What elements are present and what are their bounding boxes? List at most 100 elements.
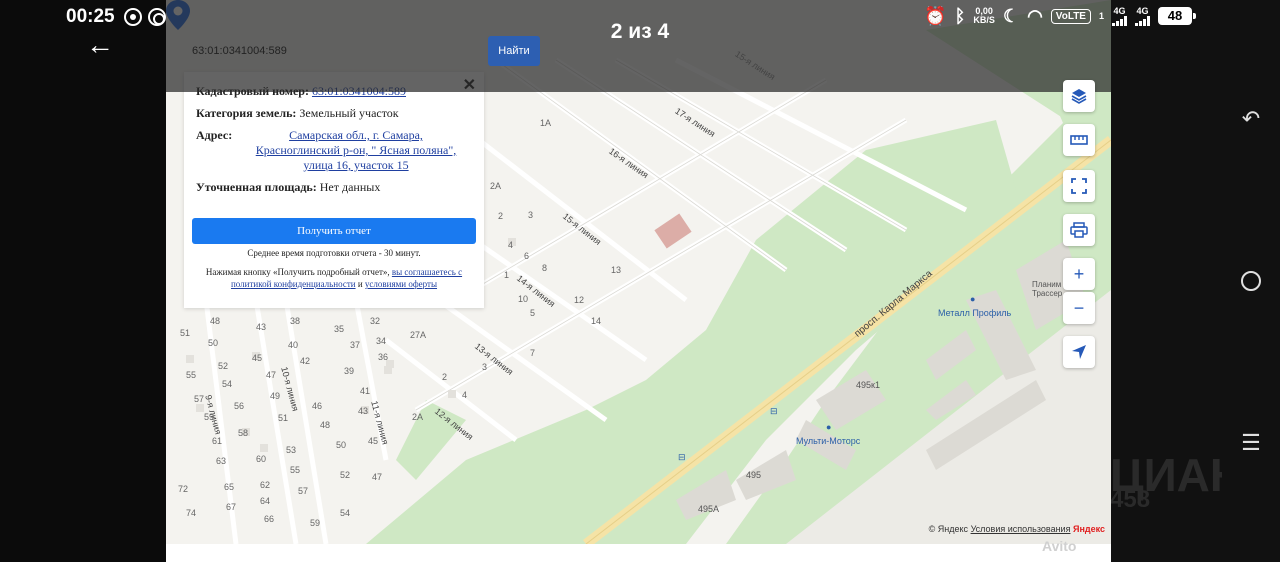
- house-number: 40: [288, 340, 299, 350]
- house-number: 4: [508, 240, 514, 250]
- house-number: 2: [498, 211, 504, 221]
- house-number: 38: [290, 316, 301, 326]
- house-number: 51: [180, 328, 191, 338]
- house-number: 55: [290, 465, 301, 475]
- left-backdrop: [0, 0, 166, 562]
- house-number: 37: [350, 340, 361, 350]
- house-number: 47: [266, 370, 277, 380]
- house-number: 12: [574, 295, 585, 305]
- navigation-bar: ↶ ☰: [1222, 0, 1280, 562]
- terms-of-use-link[interactable]: Условия использования: [971, 524, 1071, 534]
- nav-home-icon[interactable]: [1238, 268, 1264, 294]
- house-number: 36: [378, 352, 389, 362]
- ruler-icon[interactable]: [1063, 124, 1095, 156]
- house-number: 63: [216, 456, 227, 466]
- house-number: 3: [482, 362, 488, 372]
- house-number: 1: [504, 270, 510, 280]
- house-number: 45: [252, 353, 263, 363]
- building-number: 495: [746, 470, 762, 480]
- house-number: 8: [542, 263, 548, 273]
- nav-menu-icon[interactable]: ☰: [1238, 430, 1264, 456]
- house-number: 10: [518, 294, 529, 304]
- house-number: 54: [222, 379, 233, 389]
- address-value[interactable]: Самарская обл., г. Самара, Красноглински…: [246, 128, 466, 173]
- house-number: 62: [260, 480, 271, 490]
- house-number: 32: [370, 316, 381, 326]
- house-number: 2А: [412, 412, 424, 422]
- house-number: 58: [238, 428, 249, 438]
- house-number: 65: [224, 482, 235, 492]
- house-number: 56: [234, 401, 245, 411]
- fullscreen-icon[interactable]: [1063, 170, 1095, 202]
- house-number: 47: [372, 472, 383, 482]
- house-number: 50: [208, 338, 219, 348]
- bus-stop-icon: ⊟: [678, 452, 686, 462]
- house-number: 34: [376, 336, 387, 346]
- house-number: 48: [210, 316, 221, 326]
- offer-terms-link[interactable]: условиями оферты: [365, 279, 437, 289]
- house-number: 57: [298, 486, 309, 496]
- house-number: 72: [178, 484, 189, 494]
- house-number: 59: [310, 518, 321, 528]
- print-icon[interactable]: [1063, 214, 1095, 246]
- house-number: 66: [264, 514, 275, 524]
- house-number: 52: [340, 470, 351, 480]
- layers-icon[interactable]: [1063, 80, 1095, 112]
- category-row: Категория земель: Земельный участок: [196, 106, 399, 120]
- agreement-text: Нажимая кнопку «Получить подробный отчет…: [205, 267, 463, 289]
- house-number: 13: [611, 265, 622, 275]
- house-number: 59: [204, 412, 215, 422]
- background-watermark-number: 458: [1110, 486, 1151, 513]
- house-number: 7: [530, 348, 536, 358]
- get-report-button[interactable]: Получить отчет: [192, 218, 476, 244]
- yandex-logo: Яндекс: [1072, 524, 1105, 534]
- poi-icon: ●: [970, 294, 976, 304]
- house-number: 14: [591, 316, 602, 326]
- area-row: Уточненная площадь: Нет данных: [196, 180, 381, 194]
- photo-bottom-margin: [166, 544, 1111, 562]
- house-number: 5: [530, 308, 536, 318]
- locate-icon[interactable]: [1063, 336, 1095, 368]
- avito-watermark: Avito: [1042, 538, 1077, 554]
- house-number: 43: [256, 322, 267, 332]
- zoom-out-button[interactable]: −: [1063, 292, 1095, 324]
- house-number: 45: [368, 436, 379, 446]
- poi-icon: ●: [826, 422, 832, 432]
- address-label: Адрес:: [196, 128, 233, 142]
- house-number: 42: [300, 356, 311, 366]
- house-number: 67: [226, 502, 237, 512]
- house-number: 3: [528, 210, 534, 220]
- house-number: 39: [344, 366, 355, 376]
- house-number: 48: [320, 420, 331, 430]
- photo-viewer[interactable]: 17-я линия 16-я линия 15-я линия 14-я ли…: [166, 0, 1111, 562]
- house-number: 41: [360, 386, 371, 396]
- map-attribution: © Яндекс Условия использования Яндекс: [928, 524, 1105, 534]
- poi-label[interactable]: Мульти-Моторс: [796, 436, 860, 446]
- house-number: 50: [336, 440, 347, 450]
- house-number: 53: [286, 445, 297, 455]
- house-number: 64: [260, 496, 271, 506]
- house-number: 74: [186, 508, 197, 518]
- bus-stop-icon: ⊟: [770, 406, 778, 416]
- house-number: 43: [358, 406, 369, 416]
- house-number: 52: [218, 361, 229, 371]
- image-counter: 2 из 4: [610, 20, 670, 43]
- report-time-note: Среднее время подготовки отчета - 30 мин…: [247, 248, 421, 258]
- house-number: 27А: [410, 330, 427, 340]
- house-number: 60: [256, 454, 267, 464]
- house-number: 35: [334, 324, 345, 334]
- zoom-in-button[interactable]: +: [1063, 258, 1095, 290]
- building-number: 495А: [698, 504, 720, 514]
- house-number: 51: [278, 413, 289, 423]
- building-number: 495к1: [856, 380, 880, 390]
- house-number: 49: [270, 391, 281, 401]
- house-number: 57: [194, 394, 205, 404]
- nav-back-icon[interactable]: ↶: [1238, 106, 1264, 132]
- house-number: 1А: [540, 118, 552, 128]
- poi-label[interactable]: Металл Профиль: [938, 308, 1011, 318]
- house-number: 61: [212, 436, 223, 446]
- house-number: 6: [524, 251, 530, 261]
- house-number: 2А: [490, 181, 502, 191]
- house-number: 54: [340, 508, 351, 518]
- house-number: 55: [186, 370, 197, 380]
